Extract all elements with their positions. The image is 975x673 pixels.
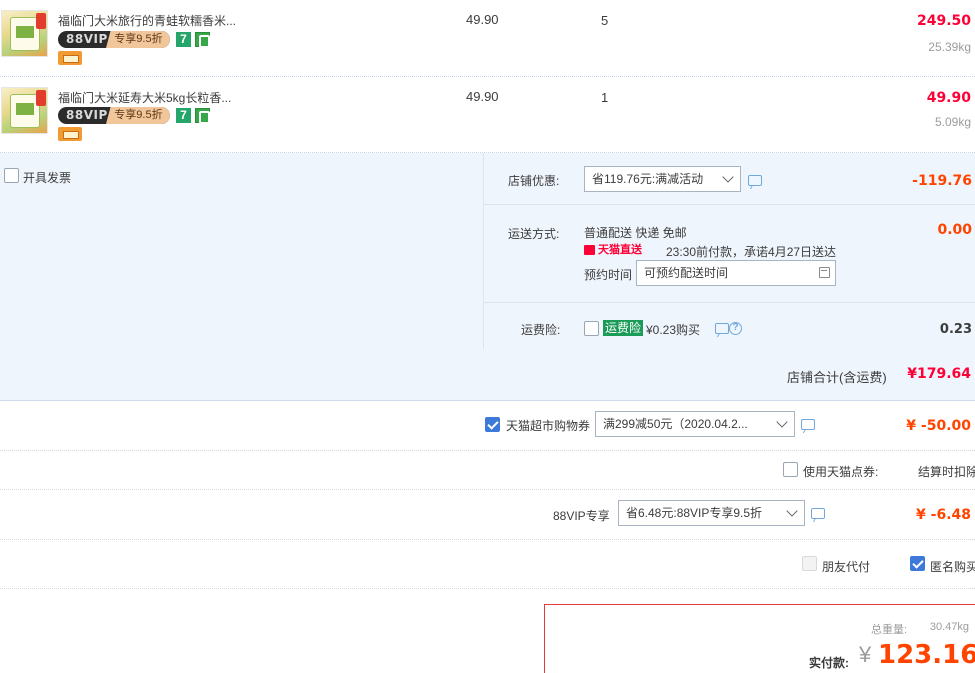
vip-discount-badge: 88VIP 专享9.5折 — [58, 107, 170, 124]
invoice-checkbox[interactable] — [4, 168, 19, 183]
coupon-select[interactable]: 满299减50元（2020.04.2... — [595, 411, 795, 437]
quantity: 1 — [601, 90, 609, 105]
vip88-label: 88VIP专享 — [553, 509, 610, 523]
vip-logo: 88VIP — [66, 32, 108, 46]
vip-discount-text-wrap: 专享9.5折 — [106, 31, 170, 48]
anonymous-checkbox[interactable] — [910, 556, 925, 571]
vip88-select[interactable]: 省6.48元:88VIP专享9.5折 — [618, 500, 805, 526]
tmall-direct-logo: 天猫直送 — [584, 244, 645, 257]
payment-options-row: 朋友代付 匿名购买 — [0, 540, 975, 589]
shop-discount-select[interactable]: 省119.76元:满减活动 — [584, 166, 741, 192]
vip-discount-badge: 88VIP 专享9.5折 — [58, 31, 170, 48]
product-title-link[interactable]: 福临门大米延寿大米5kg长粒香... — [58, 89, 248, 106]
quantity: 5 — [601, 13, 609, 28]
service-guarantee-icon[interactable] — [195, 32, 210, 48]
points-row: 使用天猫点券: 结算时扣除 — [0, 451, 975, 490]
vip-logo: 88VIP — [66, 108, 108, 122]
vip88-select-value: 省6.48元:88VIP专享9.5折 — [626, 506, 763, 520]
payment-summary-box: 总重量: 30.47kg 实付款: ¥ 123.16 — [544, 604, 975, 673]
promo-tag-image — [36, 90, 46, 106]
vip88-row: 88VIP专享 省6.48元:88VIP专享9.5折 ¥ -6.48 — [0, 490, 975, 540]
friend-pay-label: 朋友代付 — [822, 560, 871, 574]
coupon-label: 天猫超市购物券 — [506, 419, 591, 433]
schedule-time-placeholder: 可预约配送时间 — [644, 266, 729, 280]
anonymous-label: 匿名购买 — [930, 560, 975, 574]
coupon-value: ¥ -50.00 — [906, 418, 971, 434]
credit-card-icon[interactable] — [58, 51, 82, 65]
shop-options-panel: 店铺优惠: 省119.76元:满减活动 -119.76 运送方式: 普通配送 快… — [483, 153, 975, 349]
vip88-value: ¥ -6.48 — [916, 507, 971, 523]
chat-icon[interactable] — [748, 175, 762, 186]
chat-icon[interactable] — [811, 508, 825, 519]
shipping-method: 普通配送 快递 免邮 — [584, 226, 687, 240]
insurance-checkbox[interactable] — [584, 321, 599, 336]
unit-price: 49.90 — [466, 12, 499, 27]
coupon-row: 天猫超市购物券 满299减50元（2020.04.2... ¥ -50.00 — [0, 402, 975, 451]
chevron-down-icon — [776, 416, 788, 428]
item-weight: 5.09kg — [934, 115, 971, 129]
invoice-label: 开具发票 — [23, 171, 72, 185]
delivery-promise: 23:30前付款，承诺4月27日送达 — [666, 245, 837, 259]
product-thumbnail[interactable] — [1, 10, 48, 57]
currency-symbol: ¥ — [859, 642, 872, 667]
chat-icon[interactable] — [801, 419, 815, 430]
pay-label: 实付款: — [809, 656, 849, 670]
chat-icon[interactable] — [715, 323, 729, 334]
help-icon[interactable]: ? — [729, 322, 742, 335]
order-item-row: 福临门大米旅行的青蛙软糯香米... 88VIP 专享9.5折 7 49.90 5… — [0, 0, 975, 77]
total-weight-label: 总重量: — [871, 624, 908, 636]
seven-day-return-icon[interactable]: 7 — [176, 32, 191, 47]
vip-discount-text-wrap: 专享9.5折 — [106, 107, 170, 124]
vip-discount-text: 专享9.5折 — [114, 33, 163, 45]
promo-tag-image — [36, 13, 46, 29]
shop-total-label: 店铺合计(含运费) — [787, 370, 887, 385]
shipping-value: 0.00 — [937, 222, 972, 238]
item-subtotal: 49.90 — [926, 90, 971, 106]
friend-pay-checkbox[interactable] — [802, 556, 817, 571]
pay-amount: 123.16 — [878, 640, 975, 670]
order-item-row: 福临门大米延寿大米5kg长粒香... 88VIP 专享9.5折 7 49.90 … — [0, 77, 975, 153]
credit-card-icon[interactable] — [58, 127, 82, 141]
shop-total-value: ¥179.64 — [907, 366, 971, 382]
service-guarantee-icon[interactable] — [195, 108, 210, 124]
vip-discount-text: 专享9.5折 — [114, 109, 163, 121]
product-title-link[interactable]: 福临门大米旅行的青蛙软糯香米... — [58, 12, 248, 29]
chevron-down-icon — [786, 505, 798, 517]
shop-discount-label: 店铺优惠: — [508, 174, 560, 188]
insurance-value: 0.23 — [939, 322, 972, 337]
item-weight: 25.39kg — [928, 40, 971, 54]
product-thumbnail[interactable] — [1, 87, 48, 134]
shop-discount-select-value: 省119.76元:满减活动 — [592, 172, 704, 186]
total-weight-value: 30.47kg — [929, 621, 969, 633]
coupon-checkbox[interactable] — [485, 417, 500, 432]
insurance-badge: 运费险 — [603, 320, 644, 336]
item-subtotal: 249.50 — [916, 13, 971, 29]
points-note: 结算时扣除 — [918, 465, 975, 479]
schedule-time-input[interactable]: 可预约配送时间 — [636, 260, 836, 286]
shop-discount-row: 店铺优惠: 省119.76元:满减活动 -119.76 — [484, 153, 975, 205]
chevron-down-icon — [722, 171, 734, 183]
shop-discount-value: -119.76 — [912, 173, 972, 189]
calendar-icon — [819, 267, 830, 278]
schedule-label: 预约时间 — [584, 268, 633, 282]
insurance-price: ¥0.23购买 — [646, 323, 701, 337]
points-label: 使用天猫点券: — [803, 465, 879, 479]
shipping-label: 运送方式: — [508, 227, 560, 241]
unit-price: 49.90 — [466, 89, 499, 104]
insurance-label: 运费险: — [521, 323, 561, 337]
coupon-select-value: 满299减50元（2020.04.2... — [603, 417, 748, 431]
shop-summary-block: 开具发票 店铺优惠: 省119.76元:满减活动 -119.76 运送方式: 普… — [0, 153, 975, 401]
seven-day-return-icon[interactable]: 7 — [176, 108, 191, 123]
points-checkbox[interactable] — [783, 462, 798, 477]
shipping-row: 运送方式: 普通配送 快递 免邮 天猫直送 23:30前付款，承诺4月27日送达… — [484, 205, 975, 303]
insurance-row: 运费险: 运费险 ¥0.23购买 ? 0.23 — [484, 303, 975, 349]
